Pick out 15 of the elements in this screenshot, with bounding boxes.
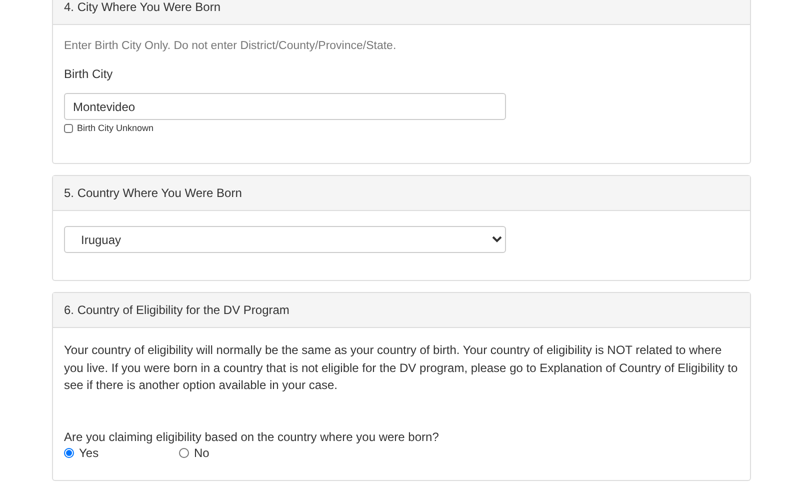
radio-label: No: [194, 446, 210, 460]
radio-button[interactable]: [179, 448, 189, 458]
country-select[interactable]: Iruguay: [64, 226, 506, 253]
question-text: Are you claiming eligibility based on the country where you were born?: [64, 430, 440, 444]
field-label: Birth City: [64, 67, 114, 81]
card-header: 5. Country Where You Were Born: [53, 176, 750, 211]
checkbox-label: Birth City Unknown: [77, 123, 154, 133]
radio-button[interactable]: [64, 448, 74, 458]
card-header: 4. City Where You Were Born: [53, 0, 750, 25]
input-field[interactable]: Montevideo: [64, 93, 506, 120]
radio-label: Yes: [79, 446, 99, 460]
description-text: Your country of eligibility will normally be the same as your country of birth. Your country of eligibility is NOT related to where you live. If you were born in a country that is not eligible for the DV program, please go to Explanation of Country of Eligibility to see if there is another option available in your case.: [64, 342, 739, 394]
checkbox[interactable]: [64, 124, 73, 132]
card-header: 6. Country of Eligibility for the DV Program: [53, 293, 750, 328]
hint-text: Enter Birth City Only. Do not enter District/County/Province/State.: [64, 40, 398, 52]
